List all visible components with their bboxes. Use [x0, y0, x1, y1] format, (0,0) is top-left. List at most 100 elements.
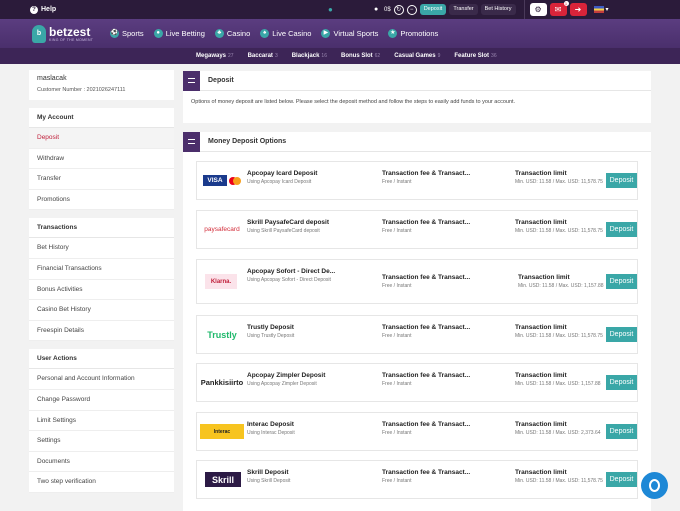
- fee-label: Transaction fee & Transact...: [382, 324, 471, 331]
- category-blackjack[interactable]: Blackjack 16: [292, 53, 327, 59]
- fee-value: Free / Instant: [382, 283, 412, 289]
- nav-label: Promotions: [400, 29, 439, 38]
- sidebar-item-casino-bet-history[interactable]: Casino Bet History: [29, 300, 174, 321]
- user-icon[interactable]: ●: [328, 6, 336, 14]
- deposit-method-button[interactable]: Deposit: [606, 424, 637, 439]
- nav-item-live-betting[interactable]: ● Live Betting: [153, 29, 205, 38]
- username: maslacak: [37, 75, 67, 82]
- sidebar-item-deposit[interactable]: Deposit: [29, 128, 174, 149]
- limit-value: Min. USD: 11.58 / Max. USD: 1,157.88: [515, 381, 601, 387]
- mail-icon[interactable]: ✉ 1: [549, 1, 569, 16]
- trustly-logo-icon: Trustly: [199, 327, 245, 342]
- transfer-button[interactable]: Transfer: [449, 4, 478, 15]
- logo-tagline: KING OF THE MOMENT: [49, 37, 94, 42]
- nav-item-virtual-sports[interactable]: ▶ Virtual Sports: [321, 29, 378, 38]
- deposit-method-row[interactable]: Trustly Trustly Deposit Using Trustly De…: [196, 315, 638, 354]
- category-megaways[interactable]: Megaways 27: [196, 53, 234, 59]
- nav-item-sports[interactable]: ⚽ Sports: [110, 29, 144, 38]
- limit-label: Transaction limit: [515, 469, 567, 476]
- nav-label: Casino: [226, 29, 251, 38]
- deposit-method-row[interactable]: Pankkisiirto Apcopay Zimpler Deposit Usi…: [196, 363, 638, 402]
- method-name: Apcopay Icard Deposit: [247, 170, 318, 177]
- category-casual-games[interactable]: Casual Games 9: [394, 53, 440, 59]
- nav-label: Virtual Sports: [333, 29, 379, 38]
- brand-logo[interactable]: b betzest KING OF THE MOMENT: [32, 24, 102, 43]
- deposit-button[interactable]: Deposit: [419, 4, 447, 15]
- method-subtitle: Using Skrill PaysafeCard deposit: [247, 228, 320, 234]
- deposit-method-button[interactable]: Deposit: [606, 173, 637, 188]
- language-flag-icon[interactable]: [593, 6, 604, 13]
- deposit-method-row[interactable]: paysafecard Skrill PaysafeCard deposit U…: [196, 210, 638, 249]
- deposit-method-button[interactable]: Deposit: [606, 274, 637, 289]
- live-betting-icon: ●: [153, 29, 163, 38]
- deposit-method-button[interactable]: Deposit: [606, 472, 637, 487]
- deposit-method-row[interactable]: VISA Apcopay Icard Deposit Using Apcopay…: [196, 161, 638, 200]
- method-subtitle: Using Apcopay Sofort - Direct Deposit: [247, 277, 331, 283]
- fee-label: Transaction fee & Transact...: [382, 219, 471, 226]
- logout-icon[interactable]: ➜: [569, 3, 587, 16]
- sidebar-item-withdraw[interactable]: Withdraw: [29, 149, 174, 170]
- wallet-icon: [183, 70, 200, 91]
- limit-label: Transaction limit: [515, 372, 567, 379]
- fee-label: Transaction fee & Transact...: [382, 469, 471, 476]
- category-label: Megaways: [196, 53, 227, 59]
- help-icon: ?: [30, 5, 38, 14]
- my-account-section: My Account Deposit Withdraw Transfer Pro…: [29, 108, 174, 211]
- fee-label: Transaction fee & Transact...: [382, 274, 471, 281]
- limit-value: Min. USD: 11.58 / Max. USD: 1,157.88: [518, 283, 604, 289]
- sidebar-item-settings[interactable]: Settings: [29, 431, 174, 452]
- help-link[interactable]: ? Help: [30, 5, 56, 14]
- limit-value: Min. USD: 11.58 / Max. USD: 11,578.75: [515, 333, 603, 339]
- deposit-method-button[interactable]: Deposit: [606, 327, 637, 342]
- casino-category-nav: Megaways 27 Baccarat 3 Blackjack 16 Bonus S…: [0, 48, 680, 64]
- nav-item-casino[interactable]: ♣ Casino: [214, 29, 251, 38]
- wallet-icon: [183, 131, 200, 152]
- limit-value: Min. USD: 11.58 / Max. USD: 11,578.75: [515, 228, 603, 234]
- sidebar-item-promotions[interactable]: Promotions: [29, 190, 174, 211]
- deposit-method-button[interactable]: Deposit: [606, 222, 637, 237]
- virtual-sports-icon: ▶: [321, 29, 331, 38]
- category-feature-slot[interactable]: Feature Slot 36: [454, 53, 496, 59]
- settings-gear-icon[interactable]: ⚙: [529, 3, 547, 16]
- bet-history-button[interactable]: Bet History: [480, 4, 516, 15]
- sidebar-item-two-step-verification[interactable]: Two step verification: [29, 472, 174, 493]
- live-chat-icon[interactable]: [641, 472, 668, 499]
- sidebar-item-change-password[interactable]: Change Password: [29, 390, 174, 411]
- sidebar-item-bet-history[interactable]: Bet History: [29, 238, 174, 259]
- hide-balance-icon[interactable]: −: [406, 4, 417, 15]
- fee-label: Transaction fee & Transact...: [382, 372, 471, 379]
- fee-value: Free / Instant: [382, 179, 412, 185]
- deposit-options-panel: Money Deposit Options VISA Apcopay Icard…: [183, 131, 651, 511]
- method-name: Apcopay Zimpler Deposit: [247, 372, 326, 379]
- category-bonus-slot[interactable]: Bonus Slot 62: [341, 53, 380, 59]
- category-count: 36: [491, 53, 497, 59]
- paysafecard-logo-text: paysafecard: [204, 226, 240, 233]
- limit-label: Transaction limit: [518, 274, 570, 281]
- limit-value: Min. USD: 11.58 / Max. USD: 11,578.75: [515, 478, 603, 484]
- category-label: Bonus Slot: [340, 53, 373, 59]
- panel-header: Money Deposit Options: [183, 131, 651, 152]
- nav-item-live-casino[interactable]: ♠ Live Casino: [260, 29, 311, 38]
- sidebar-item-financial-transactions[interactable]: Financial Transactions: [29, 259, 174, 280]
- method-name: Trustly Deposit: [247, 324, 294, 331]
- interac-logo-icon: Interac: [200, 424, 244, 439]
- sidebar-item-limit-settings[interactable]: Limit Settings: [29, 411, 174, 432]
- deposit-method-row[interactable]: Interac Interac Deposit Using Interac De…: [196, 412, 638, 451]
- category-baccarat[interactable]: Baccarat 3: [248, 53, 278, 59]
- nav-item-promotions[interactable]: ★ Promotions: [388, 29, 438, 38]
- refresh-icon[interactable]: ↻: [393, 4, 404, 15]
- pankkisiirto-logo-text: Pankkisiirto: [200, 378, 244, 387]
- sidebar-item-personal-info[interactable]: Personal and Account Information: [29, 369, 174, 390]
- sidebar-item-documents[interactable]: Documents: [29, 452, 174, 473]
- sidebar-item-bonus-activities[interactable]: Bonus Activities: [29, 280, 174, 301]
- deposit-method-row[interactable]: Klarna. Apcopay Sofort - Direct De... Us…: [196, 259, 638, 304]
- deposit-panel: Deposit Options of money deposit are lis…: [183, 70, 651, 123]
- nav-label: Sports: [122, 29, 144, 38]
- deposit-method-row[interactable]: Skrill Skrill Deposit Using Skrill Depos…: [196, 460, 638, 499]
- sidebar-item-transfer[interactable]: Transfer: [29, 169, 174, 190]
- klarna-logo-icon: Klarna.: [205, 274, 237, 289]
- deposit-method-button[interactable]: Deposit: [606, 375, 637, 390]
- chevron-down-icon[interactable]: ▾: [606, 6, 609, 13]
- sidebar-item-freespin-details[interactable]: Freespin Details: [29, 321, 174, 342]
- method-subtitle: Using Interac Deposit: [247, 430, 295, 436]
